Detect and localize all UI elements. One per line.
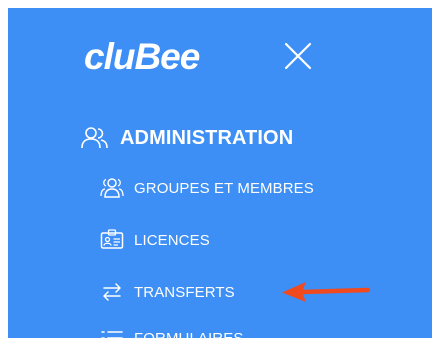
users-icon [81,127,108,149]
sidebar-item-label: FORMULAIRES [134,329,244,338]
sidebar-panel: cluBee ADMINISTRATION GROUPES ET MEMBRES [8,8,432,338]
sidebar-item-groupes-et-membres[interactable]: GROUPES ET MEMBRES [100,176,314,200]
annotation-arrow-icon [282,282,370,302]
id-card-icon [100,229,124,249]
sidebar-item-label: LICENCES [134,231,210,249]
sidebar-item-label: GROUPES ET MEMBRES [134,179,314,197]
sidebar-section-label: ADMINISTRATION [120,126,294,149]
sidebar-item-licences[interactable]: LICENCES [100,228,210,252]
sidebar-section-administration[interactable]: ADMINISTRATION [80,124,293,152]
list-icon [101,331,123,338]
sidebar-item-formulaires[interactable]: FORMULAIRES [100,326,243,338]
close-icon[interactable] [282,40,314,72]
group-icon [100,178,124,198]
clubee-logo: cluBee [84,36,200,77]
sidebar-item-label: TRANSFERTS [134,283,235,301]
transfer-arrows-icon [103,283,121,301]
sidebar-item-transferts[interactable]: TRANSFERTS [100,280,235,304]
